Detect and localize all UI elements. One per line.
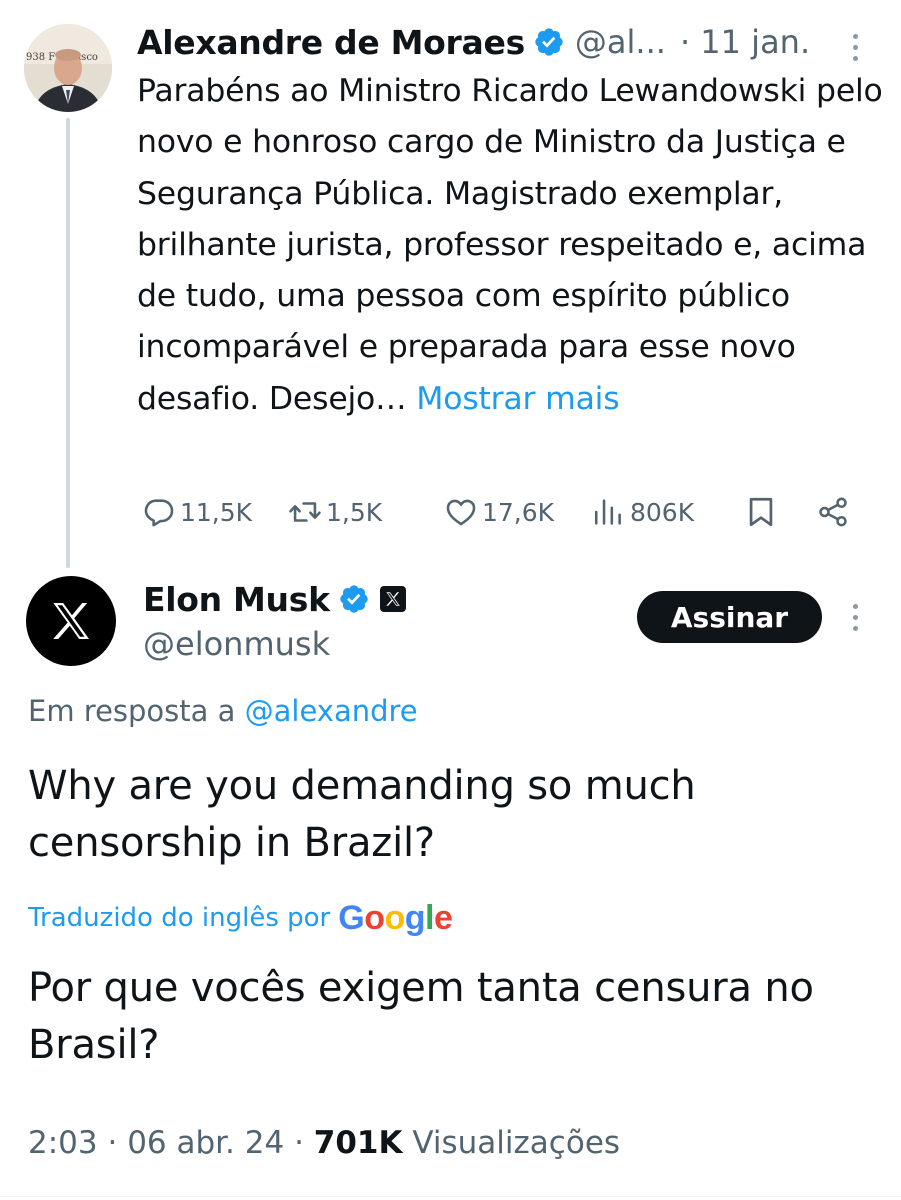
- translated-text: Por que vocês exigem tanta censura no Br…: [28, 965, 814, 1068]
- views-count: 806K: [630, 497, 695, 527]
- alexandre-avatar[interactable]: 938 Francisco: [24, 24, 112, 112]
- author-handle[interactable]: @al...: [575, 23, 666, 61]
- reply-icon: [144, 499, 174, 527]
- subscribe-button[interactable]: Assinar: [637, 591, 822, 643]
- author-name[interactable]: Elon Musk: [143, 580, 330, 619]
- like-icon: [446, 499, 476, 526]
- translation-attribution[interactable]: Traduzido do inglês por Google: [28, 896, 453, 940]
- divider: [0, 1196, 901, 1197]
- tweet-time[interactable]: · 11 jan.: [680, 23, 810, 61]
- author-name[interactable]: Alexandre de Moraes: [137, 23, 525, 62]
- views-total: 701K: [313, 1125, 403, 1161]
- bookmark-button[interactable]: [744, 493, 782, 531]
- in-reply-to-label: Em resposta a: [28, 694, 236, 728]
- in-reply-to-handle[interactable]: @alexandre: [245, 694, 418, 728]
- show-more-link[interactable]: Mostrar mais: [416, 381, 619, 417]
- views-label: Visualizações: [412, 1125, 621, 1161]
- like-count: 17,6K: [482, 497, 555, 527]
- repost-button[interactable]: 1,5K: [288, 493, 382, 531]
- x-affiliation-badge-icon[interactable]: [379, 586, 406, 612]
- views-button[interactable]: 806K: [592, 493, 694, 531]
- translated-by-label: Traduzido do inglês por: [28, 903, 331, 933]
- reply-count: 11,5K: [180, 497, 253, 527]
- tweet-date[interactable]: 06 abr. 24: [127, 1125, 284, 1161]
- share-icon: [819, 497, 847, 527]
- like-button[interactable]: 17,6K: [444, 493, 554, 531]
- repost-icon: [289, 502, 321, 522]
- x-logo-icon: [53, 603, 89, 639]
- views-icon: [594, 499, 621, 525]
- elon-avatar[interactable]: [26, 576, 116, 666]
- reply-header: Elon Musk: [143, 577, 406, 621]
- tweet-header: Alexandre de Moraes @al... · 11 jan.: [137, 20, 810, 64]
- google-logo: Google: [338, 898, 453, 937]
- tweet-metadata: 2:03 · 06 abr. 24 · 701K Visualizações: [28, 1125, 621, 1161]
- thread-connector-line: [66, 118, 70, 568]
- tweet-time[interactable]: 2:03: [28, 1125, 98, 1161]
- more-options-icon[interactable]: [853, 34, 859, 67]
- reply-button[interactable]: 11,5K: [142, 493, 252, 531]
- tweet-text: Parabéns ao Ministro Ricardo Lewandowski…: [137, 66, 887, 425]
- in-reply-to: Em resposta a @alexandre: [28, 694, 418, 728]
- share-button[interactable]: [816, 493, 854, 531]
- reply-text: Why are you demanding so much censorship…: [28, 763, 696, 866]
- verified-badge-icon: [340, 585, 368, 613]
- tweet-body: Parabéns ao Ministro Ricardo Lewandowski…: [137, 73, 883, 417]
- author-handle[interactable]: @elonmusk: [143, 625, 330, 663]
- more-options-icon[interactable]: [853, 604, 859, 637]
- bookmark-icon: [749, 497, 773, 527]
- repost-count: 1,5K: [326, 497, 383, 527]
- verified-badge-icon: [535, 28, 563, 56]
